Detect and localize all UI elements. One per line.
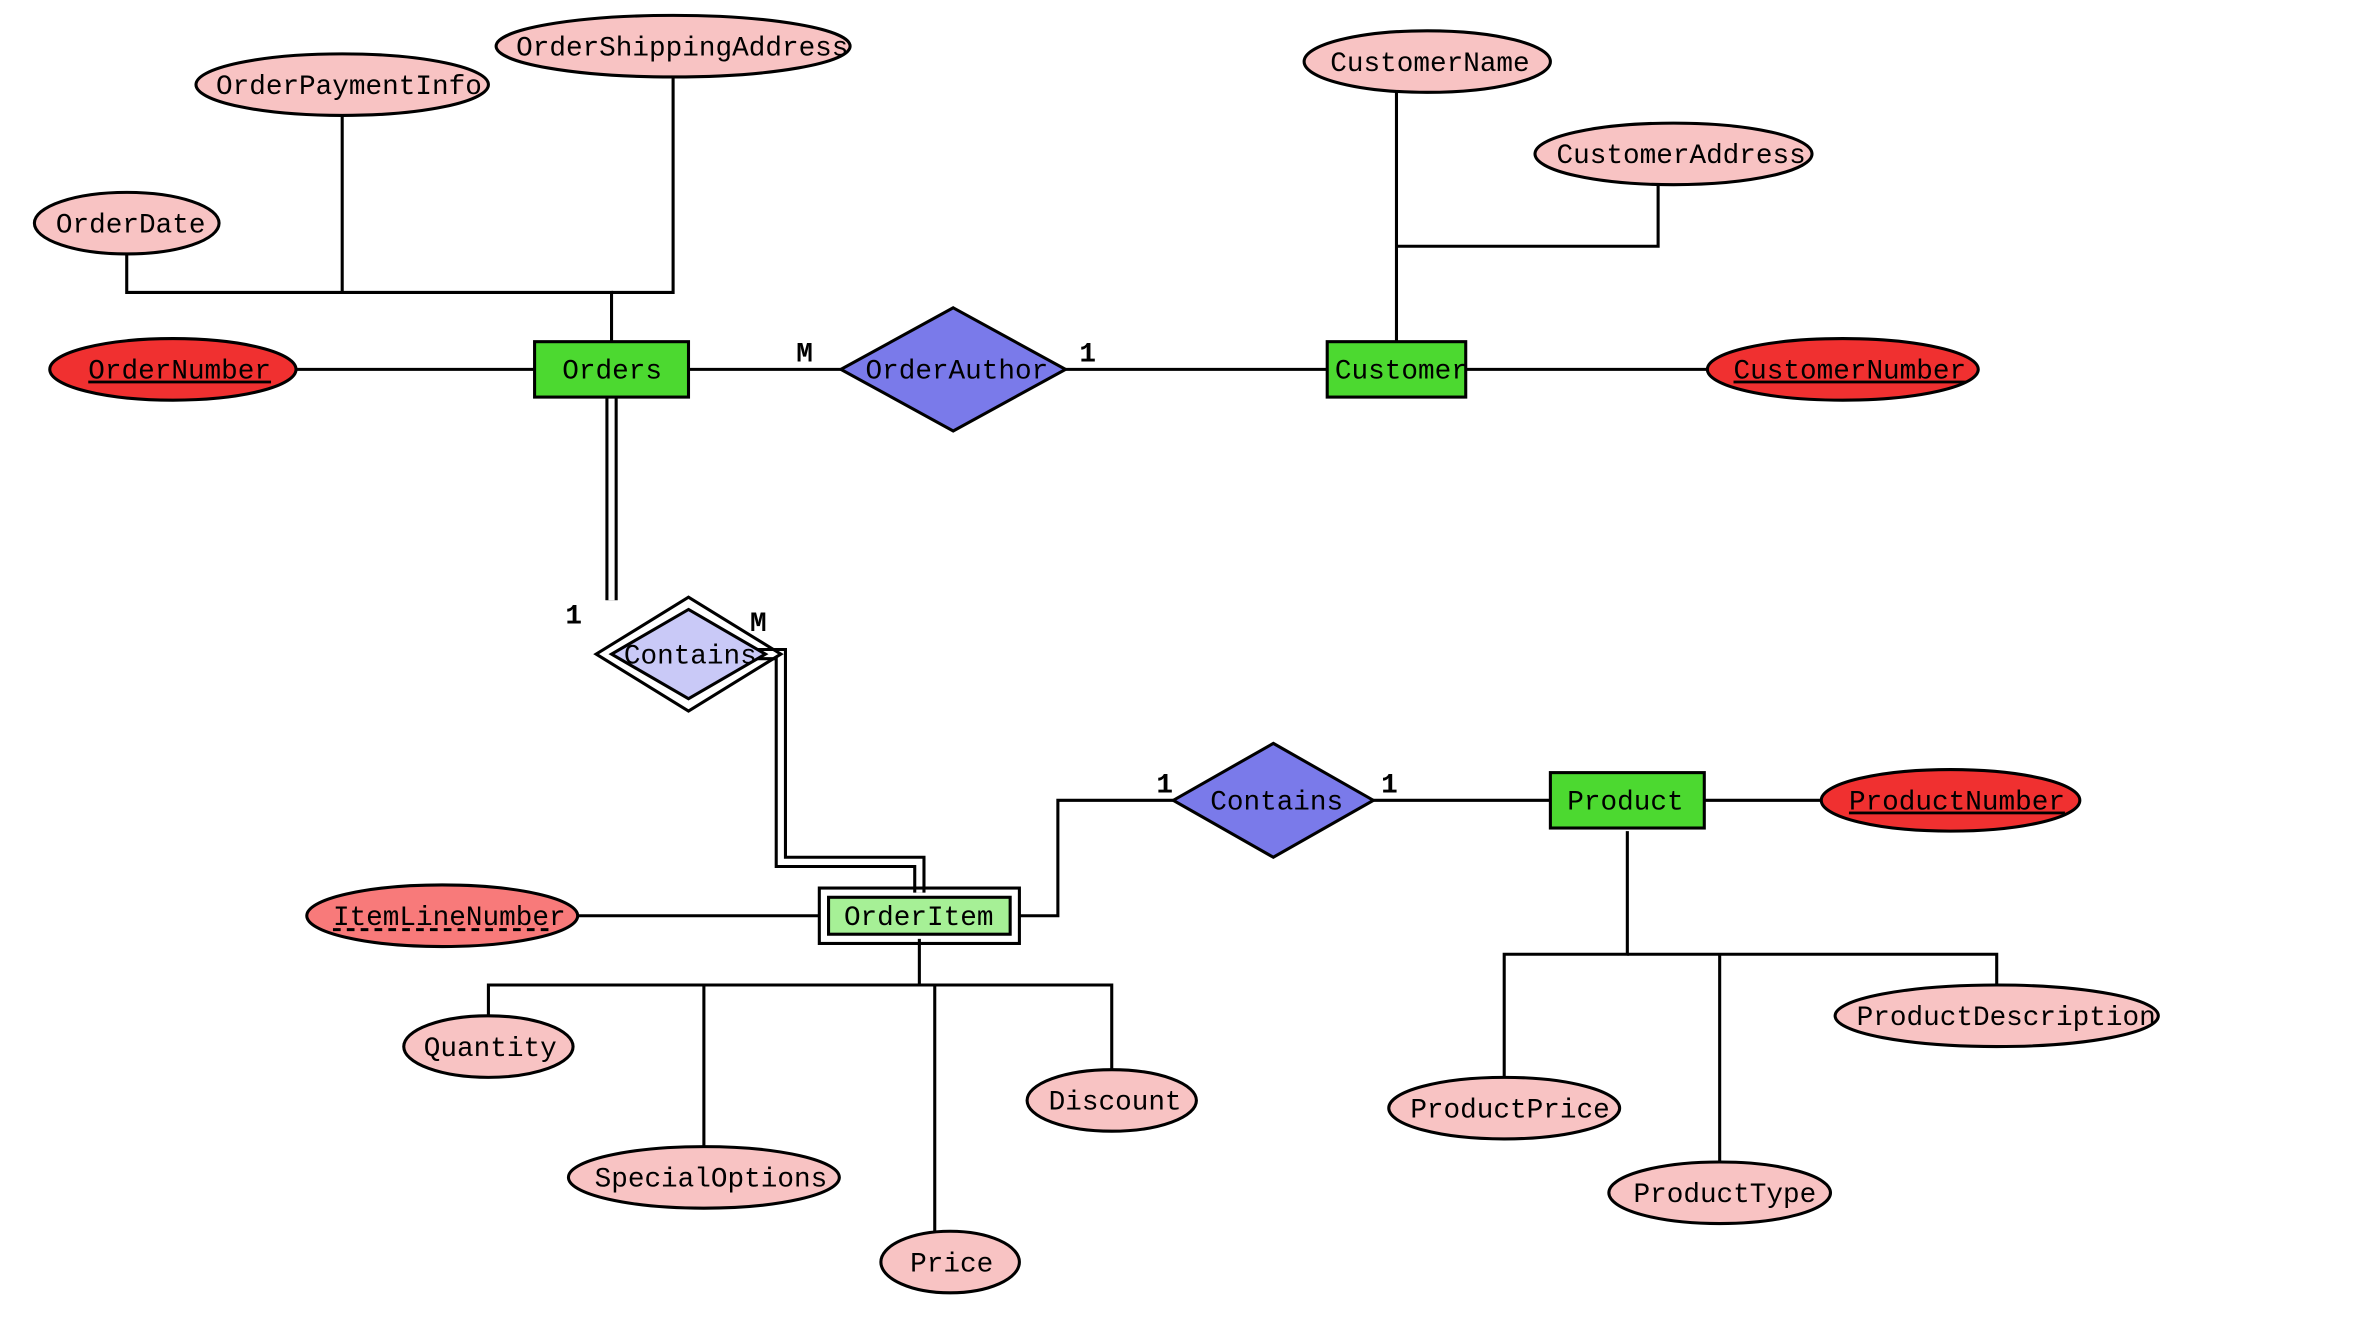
card-orders-contains: 1 <box>565 601 582 632</box>
rel-contains-orders-orderitem-label: Contains <box>624 641 757 672</box>
attr-producttype-label: ProductType <box>1633 1180 1816 1211</box>
attr-ordernumber-label: OrderNumber <box>88 357 271 388</box>
attr-productnumber-label: ProductNumber <box>1849 788 2065 819</box>
attr-orderdate-label: OrderDate <box>56 210 206 241</box>
entity-customer-label: Customer <box>1335 357 1468 388</box>
attr-specialoptions-label: SpecialOptions <box>595 1165 828 1196</box>
entity-orders-label: Orders <box>562 357 662 388</box>
attr-productprice-label: ProductPrice <box>1410 1095 1609 1126</box>
card-orders-orderauthor: M <box>796 340 813 371</box>
entity-orderitem-label: OrderItem <box>844 903 994 934</box>
attr-orderpaymentinfo-label: OrderPaymentInfo <box>216 72 482 103</box>
er-diagram: M 1 1 M 1 1 Orders Customer OrderItem Pr… <box>0 0 2362 1339</box>
rel-orderauthor-label: OrderAuthor <box>865 357 1048 388</box>
attr-customernumber-label: CustomerNumber <box>1734 357 1967 388</box>
attr-ordershippingaddress-label: OrderShippingAddress <box>516 33 848 64</box>
attr-customername-label: CustomerName <box>1330 49 1529 80</box>
attr-productdescription-label: ProductDescription <box>1857 1003 2156 1034</box>
entity-product-label: Product <box>1567 788 1683 819</box>
attr-discount-label: Discount <box>1049 1088 1182 1119</box>
attr-customeraddress-label: CustomerAddress <box>1557 141 1806 172</box>
attr-quantity-label: Quantity <box>424 1034 557 1065</box>
card-orderitem-contains-product: 1 <box>1156 771 1173 802</box>
rel-contains-orderitem-product-label: Contains <box>1210 788 1343 819</box>
card-product-contains: 1 <box>1381 771 1398 802</box>
attr-price-label: Price <box>910 1249 993 1280</box>
card-customer-orderauthor: 1 <box>1079 340 1096 371</box>
